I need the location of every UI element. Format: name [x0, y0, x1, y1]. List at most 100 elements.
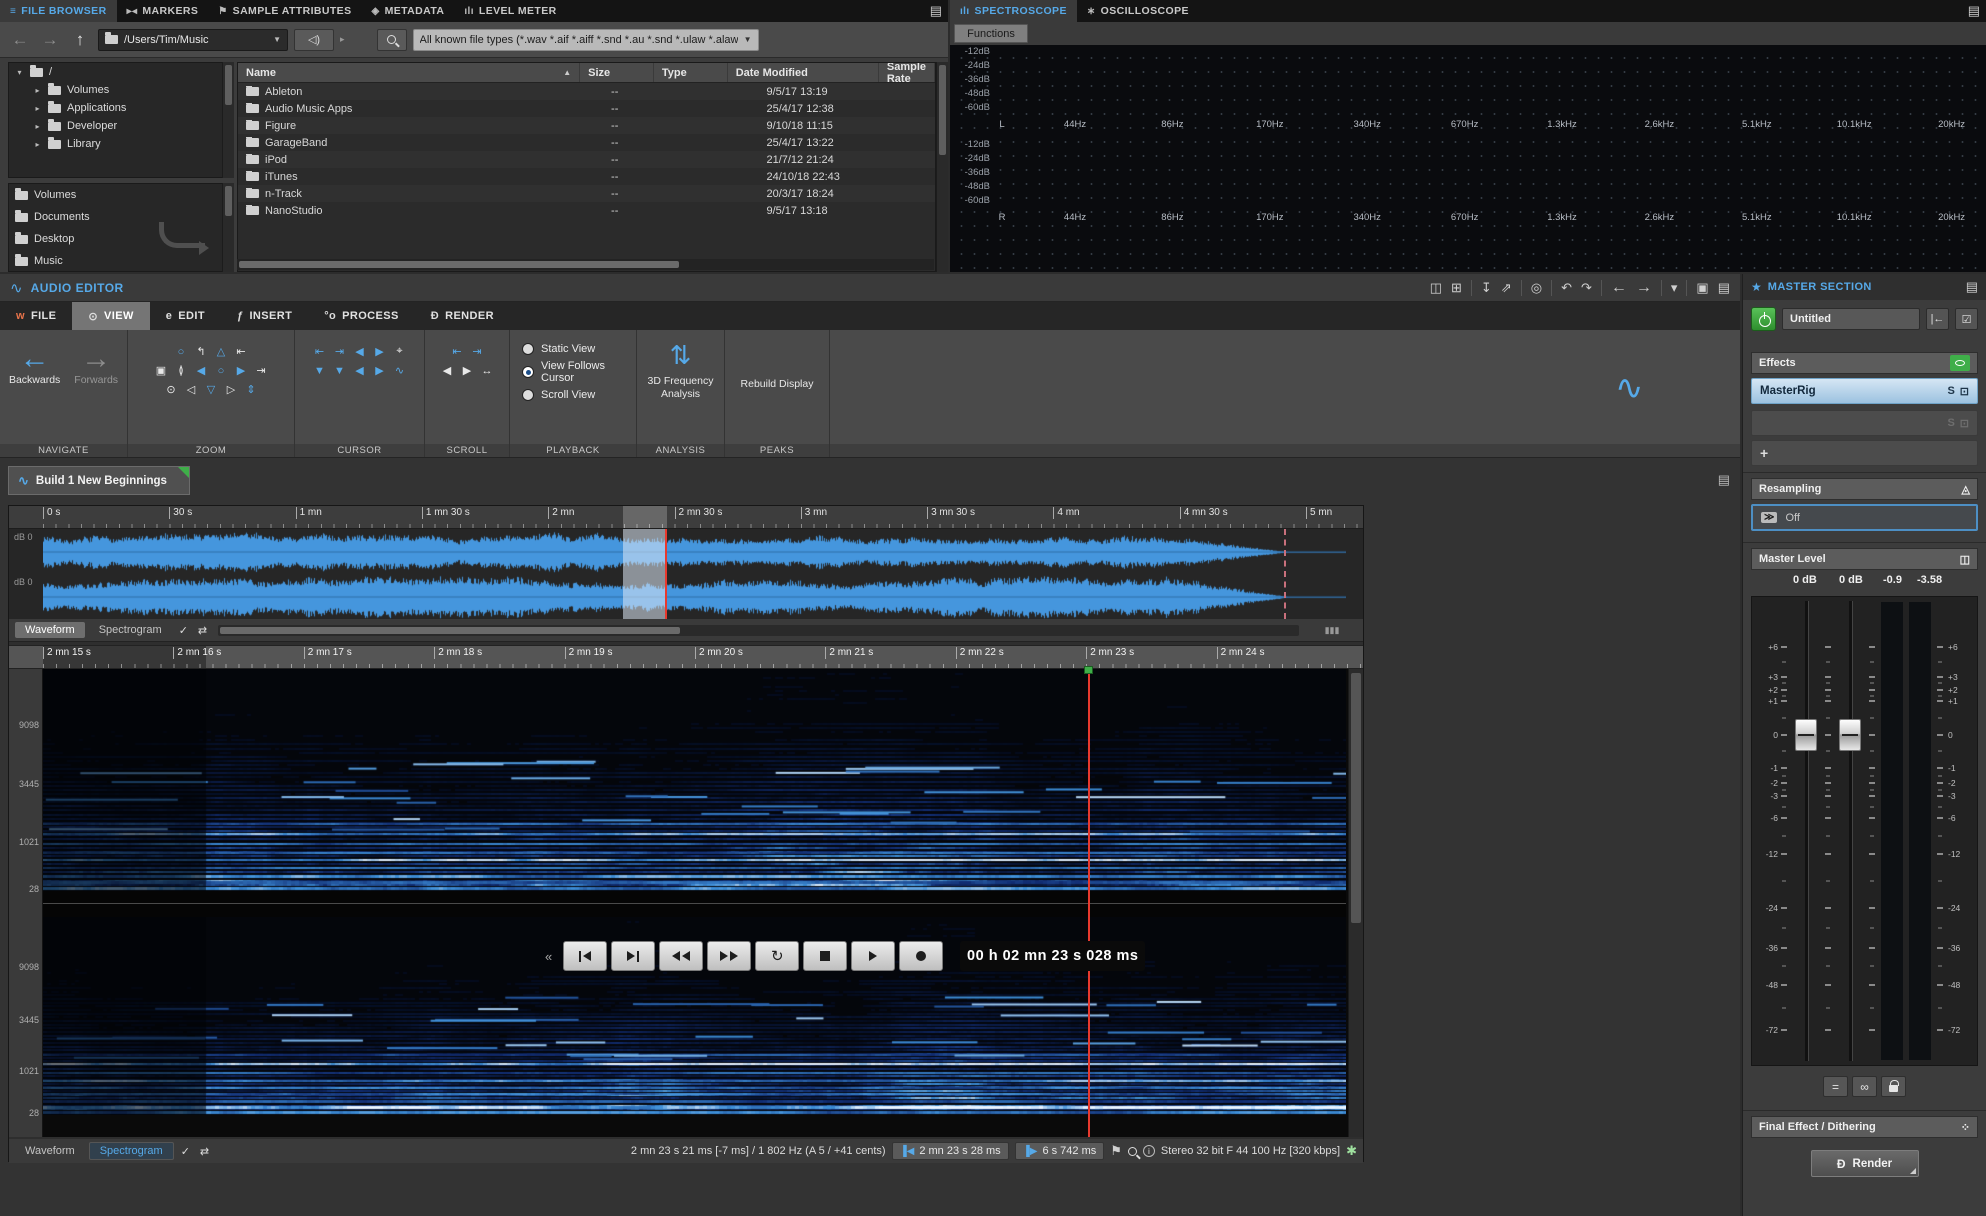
scroll-tool-icon[interactable]: ◀: [439, 363, 456, 378]
ribbon-tab-edit[interactable]: eEDIT: [150, 302, 221, 330]
zoom-tool-icon[interactable]: ⊙: [163, 382, 180, 397]
tree-caret-icon[interactable]: ▸: [33, 104, 42, 113]
panel-menu-icon[interactable]: ▤: [1968, 3, 1980, 19]
undo-icon[interactable]: ↶: [1561, 280, 1572, 296]
swap-views-icon[interactable]: ⇄: [195, 624, 210, 637]
main-vscrollbar[interactable]: [1348, 669, 1363, 1137]
cursor-time-field[interactable]: ▐◀ 2 mn 23 s 28 ms: [892, 1142, 1009, 1160]
reset-icon[interactable]: |←: [1926, 308, 1949, 330]
zoom-tool-icon[interactable]: ◁: [183, 382, 200, 397]
preset-check-icon[interactable]: ☑: [1955, 308, 1978, 330]
maximize-icon[interactable]: ▣: [1696, 280, 1708, 296]
ribbon-tab-file[interactable]: wFILE: [0, 302, 72, 330]
file-list-hscrollbar[interactable]: [237, 259, 934, 270]
render-button[interactable]: Ð Render: [1811, 1150, 1919, 1177]
table-row[interactable]: n-Track--20/3/17 18:24: [238, 185, 935, 202]
navigate-backwards-button[interactable]: ←: [9, 344, 60, 374]
functions-button[interactable]: Functions: [954, 24, 1028, 43]
column-header-type[interactable]: Type: [654, 63, 728, 82]
fader-left[interactable]: [1790, 597, 1822, 1065]
rebuild-display-button[interactable]: Rebuild Display: [725, 378, 829, 390]
cursor-tool-icon[interactable]: ∿: [391, 363, 408, 378]
swap-views-icon[interactable]: ⇄: [197, 1145, 212, 1158]
zoom-tool-icon[interactable]: ⇤: [233, 344, 250, 359]
document-tab[interactable]: ∿ Build 1 New Beginnings: [8, 466, 190, 495]
tree-item[interactable]: ▸Volumes: [9, 81, 233, 99]
column-header-sample-rate[interactable]: Sample Rate: [879, 63, 935, 82]
record-icon[interactable]: ◎: [1531, 280, 1542, 296]
monitor-eye-icon[interactable]: [1950, 355, 1970, 371]
transport-stop-button[interactable]: [803, 941, 847, 971]
sync-check-icon[interactable]: ✓: [178, 1145, 193, 1158]
tree-item[interactable]: ▾/: [9, 63, 233, 81]
tab-sample-attributes[interactable]: ⚑SAMPLE ATTRIBUTES: [208, 0, 361, 22]
navigate-forwards-button[interactable]: →: [74, 344, 118, 374]
resampling-select[interactable]: ≫ Off: [1751, 504, 1978, 531]
scroll-tool-icon[interactable]: ↔: [479, 363, 496, 378]
transport-loop-button[interactable]: ↻: [755, 941, 799, 971]
tree-item[interactable]: ▸Applications: [9, 99, 233, 117]
effects-header[interactable]: Effects: [1751, 352, 1978, 374]
overview-waveform[interactable]: dB 0 dB 0: [9, 529, 1363, 619]
transport-skip-start-button[interactable]: [563, 941, 607, 971]
table-row[interactable]: NanoStudio--9/5/17 13:18: [238, 202, 935, 219]
path-select[interactable]: /Users/Tim/Music ▼: [98, 29, 288, 51]
layout-icon[interactable]: ▤: [1718, 280, 1730, 296]
transport-forward-button[interactable]: [707, 941, 751, 971]
master-level-header[interactable]: Master Level ◫: [1751, 548, 1978, 570]
tab-list-icon[interactable]: ▤: [1718, 472, 1730, 488]
zoom-tool-icon[interactable]: ▽: [203, 382, 220, 397]
effect-slot-2[interactable]: S⊡: [1751, 410, 1978, 436]
selection-length-field[interactable]: ▐▶ 6 s 742 ms: [1015, 1142, 1105, 1160]
cursor-tool-icon[interactable]: ⇤: [311, 344, 328, 359]
cursor-tool-icon[interactable]: ▶: [371, 344, 388, 359]
zoom-widget[interactable]: ▮▮▮: [1307, 624, 1357, 637]
zoom-tool-icon[interactable]: ◀: [193, 363, 210, 378]
transport-collapse-icon[interactable]: «: [545, 949, 552, 964]
sync-check-icon[interactable]: ✓: [176, 624, 191, 637]
search-button[interactable]: [377, 29, 407, 51]
add-effect-button[interactable]: +: [1751, 440, 1978, 466]
unity-button[interactable]: =: [1823, 1076, 1848, 1097]
time-display[interactable]: 00 h 02 mn 23 s 028 ms: [960, 941, 1145, 971]
panel-menu-icon[interactable]: ▤: [930, 3, 942, 19]
forward-icon[interactable]: →: [38, 30, 62, 50]
zoom-tool-icon[interactable]: ⇥: [253, 363, 270, 378]
playback-option[interactable]: View Follows Cursor: [522, 360, 636, 384]
transport-skip-end-button[interactable]: [611, 941, 655, 971]
playback-option[interactable]: Scroll View: [522, 389, 636, 401]
audition-menu-icon[interactable]: ▸: [340, 34, 345, 45]
unlock-button[interactable]: [1881, 1076, 1906, 1097]
3d-frequency-analysis-icon[interactable]: ⇅: [637, 340, 724, 371]
resampling-header[interactable]: Resampling ◬: [1751, 478, 1978, 500]
column-header-size[interactable]: Size: [580, 63, 654, 82]
zoom-tool-icon[interactable]: ↰: [193, 344, 210, 359]
scroll-tool-icon[interactable]: ⇥: [469, 344, 486, 359]
cursor-tool-icon[interactable]: ▶: [371, 363, 388, 378]
zoom-tool-icon[interactable]: ≬: [173, 363, 190, 378]
tree-caret-icon[interactable]: ▸: [33, 140, 42, 149]
tab-oscilloscope[interactable]: ∗OSCILLOSCOPE: [1077, 0, 1199, 22]
overview-view-indicator[interactable]: [623, 529, 667, 619]
tree-caret-icon[interactable]: ▾: [15, 68, 24, 77]
cursor-tool-icon[interactable]: ⇥: [331, 344, 348, 359]
nav-forward-icon[interactable]: →: [1636, 279, 1652, 297]
tab-markers[interactable]: ▸◂MARKERS: [117, 0, 209, 22]
transport-rewind-button[interactable]: [659, 941, 703, 971]
playback-option[interactable]: Static View: [522, 343, 636, 355]
fader-handle[interactable]: [1795, 719, 1817, 751]
file-list-scrollbar[interactable]: [936, 62, 948, 272]
overview-ruler[interactable]: 0 s30 s1 mn1 mn 30 s2 mn2 mn 30 s3 mn3 m…: [9, 506, 1363, 529]
zoom-search-icon[interactable]: [1128, 1147, 1137, 1156]
spectrogram-plot[interactable]: [43, 669, 1346, 1137]
favorite-folder-item[interactable]: Volumes: [9, 184, 233, 206]
zoom-tool-icon[interactable]: △: [213, 344, 230, 359]
ribbon-tab-process[interactable]: °oPROCESS: [308, 302, 415, 330]
table-row[interactable]: GarageBand--25/4/17 13:22: [238, 134, 935, 151]
main-tab-spectrogram[interactable]: Spectrogram: [89, 1142, 174, 1160]
main-tab-waveform[interactable]: Waveform: [15, 1143, 85, 1159]
redo-icon[interactable]: ↷: [1581, 280, 1592, 296]
meter-options-icon[interactable]: ◫: [1960, 553, 1970, 566]
preset-name-field[interactable]: Untitled: [1782, 308, 1920, 330]
cursor-tool-icon[interactable]: ⌖: [391, 344, 408, 359]
